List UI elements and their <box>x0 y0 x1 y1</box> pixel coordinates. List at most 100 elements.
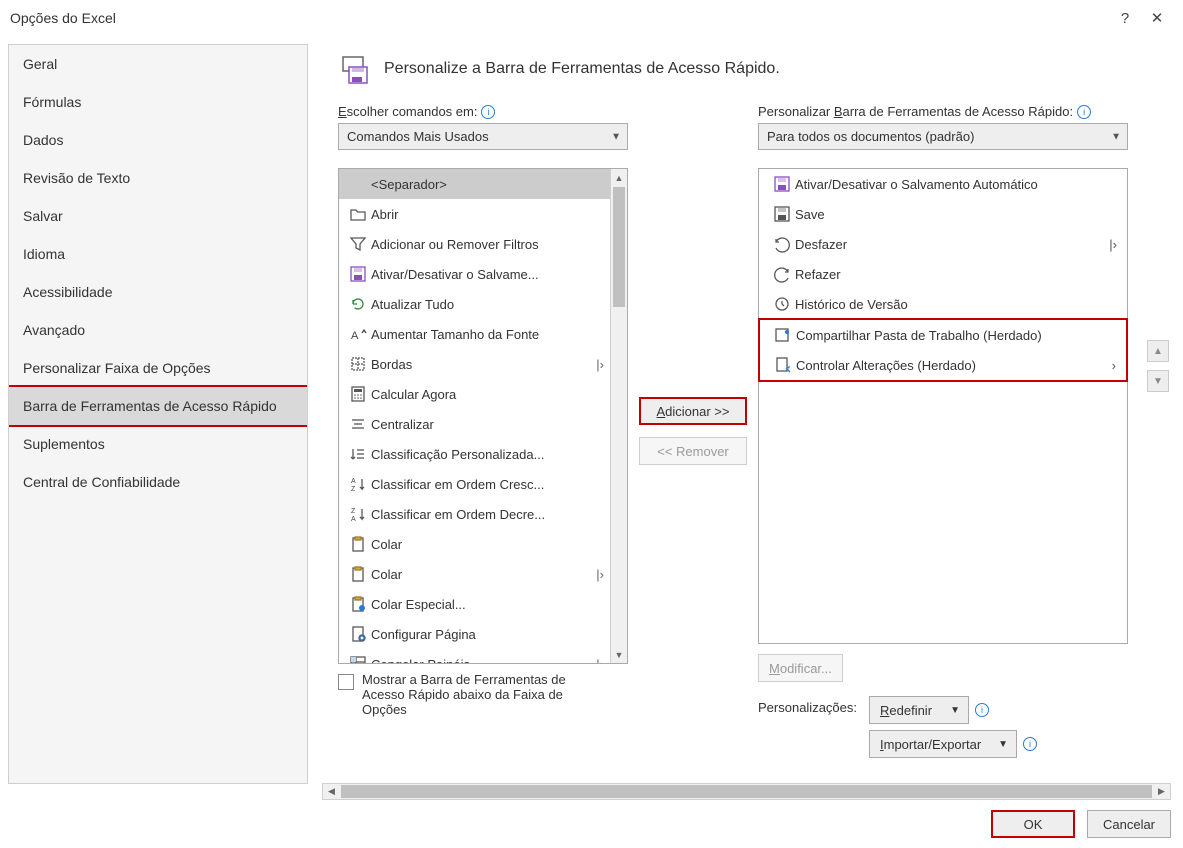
separator-icon <box>345 172 371 196</box>
dialog-footer: OK Cancelar <box>991 810 1171 838</box>
list-item-label: Colar <box>371 567 586 582</box>
help-button[interactable]: ? <box>1109 6 1141 30</box>
sidebar-item-barra-acesso-rapido[interactable]: Barra de Ferramentas de Acesso Rápido <box>8 385 308 427</box>
personalizations-label: Personalizações: <box>758 696 857 715</box>
list-item[interactable]: Calcular Agora <box>339 379 610 409</box>
list-item[interactable]: Controlar Alterações (Herdado)› <box>760 350 1126 380</box>
list-item-label: Calcular Agora <box>371 387 586 402</box>
save-icon <box>769 202 795 226</box>
scrollbar-thumb[interactable] <box>613 187 625 307</box>
sidebar-item-suplementos[interactable]: Suplementos <box>9 425 307 463</box>
toolbar-icon <box>338 52 372 86</box>
info-icon[interactable]: i <box>481 105 495 119</box>
svg-text:A: A <box>351 330 359 342</box>
list-item[interactable]: Refazer <box>759 259 1127 289</box>
list-item[interactable]: <Separador> <box>339 169 610 199</box>
import-export-button[interactable]: Importar/Exportar▼ <box>869 730 1017 758</box>
list-item[interactable]: Classificação Personalizada... <box>339 439 610 469</box>
modify-button[interactable]: Modificar... <box>758 654 843 682</box>
remove-button[interactable]: << Remover <box>639 437 747 465</box>
customize-qat-value: Para todos os documentos (padrão) <box>767 129 974 144</box>
list-item[interactable]: Save <box>759 199 1127 229</box>
list-item[interactable]: Abrir <box>339 199 610 229</box>
add-button[interactable]: Adicionar >> <box>639 397 747 425</box>
redefine-button[interactable]: Redefinir▼ <box>869 696 969 724</box>
qat-listbox[interactable]: Ativar/Desativar o Salvamento Automático… <box>758 168 1128 644</box>
show-below-ribbon-checkbox[interactable] <box>338 674 354 690</box>
choose-commands-label: Escolher comandos em: i <box>338 104 628 119</box>
main-panel: Personalize a Barra de Ferramentas de Ac… <box>314 36 1183 792</box>
ok-button[interactable]: OK <box>991 810 1075 838</box>
move-up-button[interactable]: ▲ <box>1147 340 1169 362</box>
window-title: Opções do Excel <box>10 10 116 26</box>
scrollbar-vertical[interactable]: ▲ ▼ <box>610 169 627 663</box>
scroll-right-arrow[interactable]: ▶ <box>1153 786 1170 797</box>
list-item[interactable]: Colar Especial... <box>339 589 610 619</box>
list-item-label: Abrir <box>371 207 586 222</box>
list-item[interactable]: Desfazer|› <box>759 229 1127 259</box>
list-item-label: Ativar/Desativar o Salvame... <box>371 267 586 282</box>
choose-commands-select[interactable]: Comandos Mais Usados ▼ <box>338 123 628 150</box>
sidebar-item-revisao[interactable]: Revisão de Texto <box>9 159 307 197</box>
list-item[interactable]: Atualizar Tudo <box>339 289 610 319</box>
scroll-left-arrow[interactable]: ◀ <box>323 786 340 797</box>
list-item-label: Compartilhar Pasta de Trabalho (Herdado) <box>796 328 1098 343</box>
list-item-label: Refazer <box>795 267 1099 282</box>
list-item[interactable]: Bordas|› <box>339 349 610 379</box>
left-column: Escolher comandos em: i Comandos Mais Us… <box>338 104 628 758</box>
list-item-label: Adicionar ou Remover Filtros <box>371 237 586 252</box>
scrollbar-thumb[interactable] <box>341 785 1152 798</box>
list-item[interactable]: Colar|› <box>339 559 610 589</box>
submenu-indicator: |› <box>586 357 604 372</box>
svg-text:Z: Z <box>351 508 356 515</box>
paste-icon <box>345 562 371 586</box>
scrollbar-horizontal[interactable]: ◀ ▶ <box>322 783 1171 800</box>
undo-icon <box>769 232 795 256</box>
list-item-label: Colar <box>371 537 586 552</box>
submenu-indicator: |› <box>586 567 604 582</box>
sidebar-item-geral[interactable]: Geral <box>9 45 307 83</box>
list-item[interactable]: Adicionar ou Remover Filtros <box>339 229 610 259</box>
list-item[interactable]: Congelar Painéis|› <box>339 649 610 663</box>
freeze-icon <box>345 652 371 663</box>
info-icon[interactable]: i <box>975 703 989 717</box>
titlebar: Opções do Excel ? ✕ <box>0 0 1183 36</box>
info-icon[interactable]: i <box>1077 105 1091 119</box>
move-down-button[interactable]: ▼ <box>1147 370 1169 392</box>
scroll-up-arrow[interactable]: ▲ <box>611 169 627 186</box>
list-item-label: Classificação Personalizada... <box>371 447 586 462</box>
list-item[interactable]: AAumentar Tamanho da Fonte <box>339 319 610 349</box>
sidebar-item-avancado[interactable]: Avançado <box>9 311 307 349</box>
list-item[interactable]: Compartilhar Pasta de Trabalho (Herdado) <box>760 320 1126 350</box>
list-item[interactable]: AZClassificar em Ordem Cresc... <box>339 469 610 499</box>
sidebar-item-central-confiabilidade[interactable]: Central de Confiabilidade <box>9 463 307 501</box>
list-item[interactable]: Centralizar <box>339 409 610 439</box>
commands-listbox[interactable]: <Separador> Abrir Adicionar ou Remover Fil… <box>338 168 628 664</box>
info-icon[interactable]: i <box>1023 737 1037 751</box>
sidebar-item-idioma[interactable]: Idioma <box>9 235 307 273</box>
sidebar-item-salvar[interactable]: Salvar <box>9 197 307 235</box>
close-button[interactable]: ✕ <box>1141 6 1173 30</box>
track-icon <box>770 353 796 377</box>
header: Personalize a Barra de Ferramentas de Ac… <box>338 52 1165 86</box>
sort-asc-icon: AZ <box>345 472 371 496</box>
folder-icon <box>345 202 371 226</box>
list-item[interactable]: Configurar Página <box>339 619 610 649</box>
list-item[interactable]: Ativar/Desativar o Salvame... <box>339 259 610 289</box>
sidebar-item-formulas[interactable]: Fórmulas <box>9 83 307 121</box>
sidebar-item-personalizar-faixa[interactable]: Personalizar Faixa de Opções <box>9 349 307 387</box>
cancel-button[interactable]: Cancelar <box>1087 810 1171 838</box>
redo-icon <box>769 262 795 286</box>
sidebar-item-acessibilidade[interactable]: Acessibilidade <box>9 273 307 311</box>
list-item[interactable]: ZAClassificar em Ordem Decre... <box>339 499 610 529</box>
show-below-ribbon-checkbox-row: Mostrar a Barra de Ferramentas de Acesso… <box>338 672 628 717</box>
svg-text:A: A <box>351 478 356 485</box>
scroll-down-arrow[interactable]: ▼ <box>611 646 627 663</box>
list-item[interactable]: Ativar/Desativar o Salvamento Automático <box>759 169 1127 199</box>
font-up-icon: A <box>345 322 371 346</box>
submenu-indicator: › <box>1098 358 1116 373</box>
list-item[interactable]: Colar <box>339 529 610 559</box>
customize-qat-select[interactable]: Para todos os documentos (padrão) ▼ <box>758 123 1128 150</box>
list-item[interactable]: Histórico de Versão <box>759 289 1127 319</box>
sidebar-item-dados[interactable]: Dados <box>9 121 307 159</box>
